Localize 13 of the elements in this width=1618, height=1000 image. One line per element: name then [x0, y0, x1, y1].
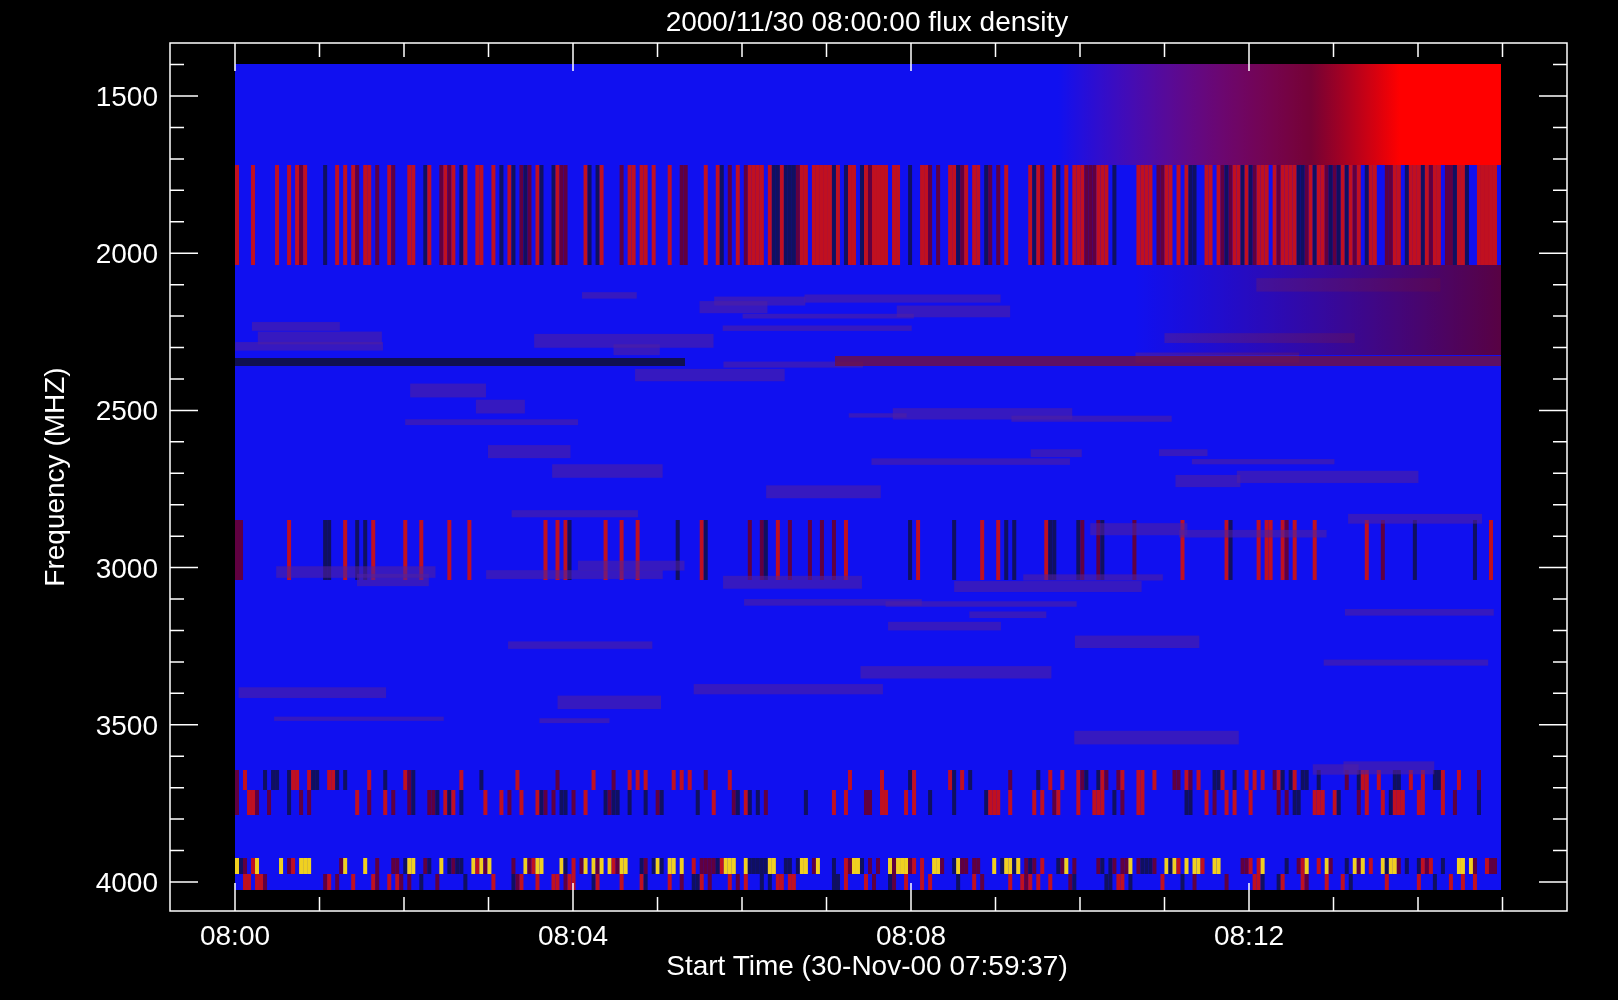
- x-tick-label: 08:04: [537, 920, 609, 951]
- x-axis-title: Start Time (30-Nov-00 07:59:37): [666, 950, 1068, 981]
- x-tick-label: 08:12: [1213, 920, 1285, 951]
- y-tick-label: 3000: [95, 552, 158, 584]
- y-tick-label: 1500: [95, 81, 158, 112]
- x-tick-label: 08:08: [875, 920, 947, 951]
- chart-title: 2000/11/30 08:00:00 flux density: [665, 6, 1069, 37]
- y-tick-label: 2000: [95, 238, 158, 270]
- y-axis-title: Frequency (MHZ): [39, 367, 70, 587]
- y-tick-label: 3500: [95, 709, 158, 741]
- y-tick-label: 2500: [95, 395, 158, 427]
- y-tick-label: 4000: [95, 867, 158, 898]
- x-tick-label: 08:00: [199, 920, 271, 951]
